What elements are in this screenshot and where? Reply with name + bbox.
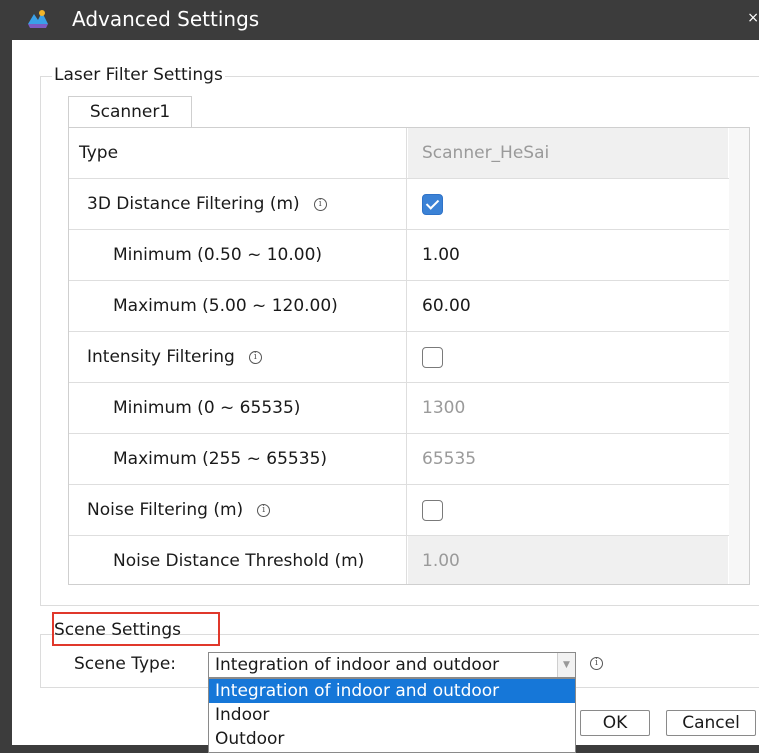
row-label: Type	[69, 128, 407, 178]
cancel-button[interactable]: Cancel	[666, 710, 756, 736]
dropdown-option[interactable]: Indoor	[209, 703, 575, 727]
intensity-maximum-field[interactable]: 65535	[408, 434, 728, 484]
row-intensity-maximum: Maximum (255 ~ 65535) 65535	[69, 434, 749, 485]
row-type: Type Scanner_HeSai	[69, 128, 749, 179]
row-label: Maximum (5.00 ~ 120.00)	[69, 281, 407, 331]
row-3d-distance-filtering: 3D Distance Filtering (m) i	[69, 179, 749, 230]
noise-checkbox[interactable]	[422, 500, 443, 521]
window-title: Advanced Settings	[72, 7, 260, 31]
value-cell	[408, 332, 728, 382]
grid-scrollbar[interactable]	[729, 128, 749, 584]
row-label: Noise Filtering (m)	[87, 500, 244, 520]
close-icon[interactable]: ×	[747, 10, 759, 26]
dropdown-option[interactable]: Outdoor	[209, 727, 575, 751]
row-distance-maximum: Maximum (5.00 ~ 120.00) 60.00	[69, 281, 749, 332]
scene-type-select[interactable]: Integration of indoor and outdoor ▼	[208, 652, 576, 678]
row-label: 3D Distance Filtering (m)	[87, 194, 300, 214]
row-noise-threshold: Noise Distance Threshold (m) 1.00	[69, 536, 749, 584]
row-label-wrap: Noise Filtering (m) i	[69, 485, 407, 535]
distance-minimum-field[interactable]: 1.00	[408, 230, 728, 280]
app-icon	[28, 10, 48, 28]
laser-filter-title: Laser Filter Settings	[52, 64, 225, 86]
info-icon[interactable]: i	[257, 503, 271, 517]
chevron-down-icon[interactable]: ▼	[557, 653, 575, 677]
dropdown-option[interactable]: Integration of indoor and outdoor	[209, 679, 575, 703]
title-bar: Advanced Settings ×	[12, 0, 759, 40]
3d-distance-checkbox[interactable]	[422, 194, 443, 215]
distance-maximum-field[interactable]: 60.00	[408, 281, 728, 331]
value-cell	[408, 179, 728, 229]
row-label-wrap: Intensity Filtering i	[69, 332, 407, 382]
row-label-wrap: 3D Distance Filtering (m) i	[69, 179, 407, 229]
row-label: Minimum (0 ~ 65535)	[69, 383, 407, 433]
info-icon[interactable]: i	[313, 197, 327, 211]
row-noise-filtering: Noise Filtering (m) i	[69, 485, 749, 536]
annotation-highlight-box	[52, 612, 220, 646]
ok-button[interactable]: OK	[580, 710, 650, 736]
scene-type-dropdown-list: Integration of indoor and outdoor Indoor…	[208, 678, 576, 753]
intensity-minimum-field[interactable]: 1300	[408, 383, 728, 433]
row-label: Intensity Filtering	[87, 347, 235, 367]
row-label: Noise Distance Threshold (m)	[69, 536, 407, 584]
scene-type-value: Integration of indoor and outdoor	[215, 655, 500, 675]
noise-threshold-field[interactable]: 1.00	[408, 536, 728, 584]
row-intensity-minimum: Minimum (0 ~ 65535) 1300	[69, 383, 749, 434]
row-label: Maximum (255 ~ 65535)	[69, 434, 407, 484]
info-icon[interactable]: i	[248, 350, 262, 364]
row-label: Minimum (0.50 ~ 10.00)	[69, 230, 407, 280]
filter-property-grid: Type Scanner_HeSai 3D Distance Filtering…	[68, 127, 750, 585]
scene-type-label: Scene Type:	[74, 654, 177, 674]
advanced-settings-dialog: Advanced Settings × Laser Filter Setting…	[0, 0, 759, 753]
tab-scanner1[interactable]: Scanner1	[68, 96, 192, 128]
row-distance-minimum: Minimum (0.50 ~ 10.00) 1.00	[69, 230, 749, 281]
info-icon[interactable]: i	[590, 657, 603, 670]
value-cell	[408, 485, 728, 535]
type-value: Scanner_HeSai	[408, 128, 728, 178]
row-intensity-filtering: Intensity Filtering i	[69, 332, 749, 383]
intensity-checkbox[interactable]	[422, 347, 443, 368]
